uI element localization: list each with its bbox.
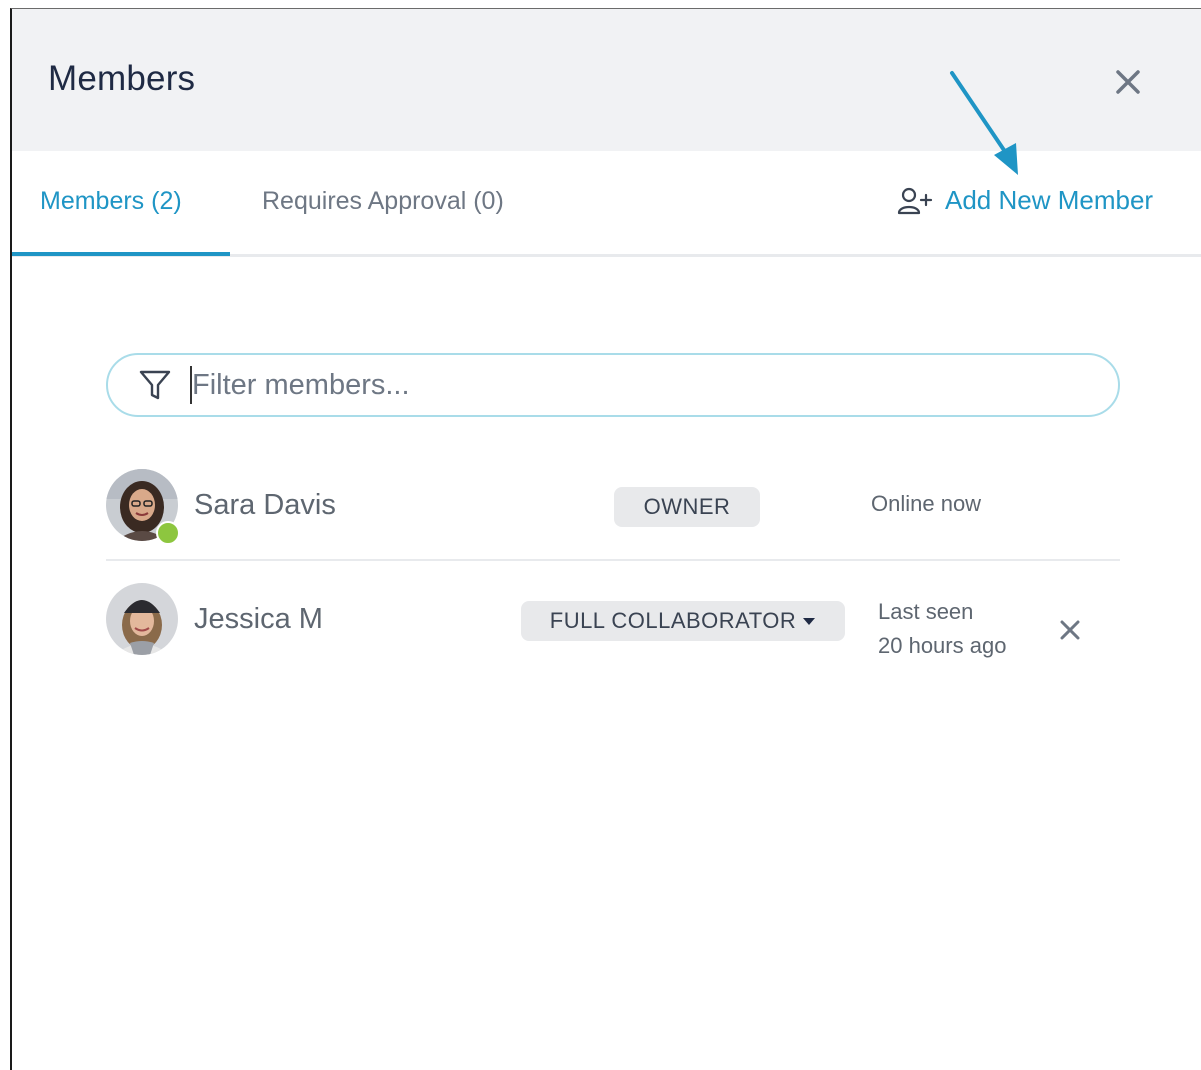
filter-members-input[interactable]: [190, 366, 1074, 404]
role-dropdown-label: FULL COLLABORATOR: [549, 608, 797, 633]
close-icon: [1060, 620, 1080, 640]
add-user-icon: [897, 187, 933, 214]
member-name: Jessica M: [194, 603, 323, 635]
member-name: Sara Davis: [194, 489, 336, 521]
tab-members[interactable]: Members (2): [40, 187, 182, 216]
member-row: Sara Davis OWNER Online now: [106, 467, 1120, 561]
members-dialog: Members Members (2) Requires Approval (0…: [10, 8, 1201, 1070]
member-status-line2: 20 hours ago: [878, 633, 1007, 658]
role-dropdown[interactable]: FULL COLLABORATOR: [521, 601, 845, 641]
close-button[interactable]: [1110, 64, 1146, 100]
filter-icon: [138, 368, 172, 402]
add-new-member-label: Add New Member: [945, 185, 1154, 215]
member-status: Online now: [871, 491, 982, 516]
member-row: Jessica M FULL COLLABORATOR Last seen 20…: [106, 581, 1120, 673]
filter-members-field: [106, 353, 1120, 417]
member-status: Last seen 20 hours ago: [878, 595, 1006, 663]
tab-requires-approval[interactable]: Requires Approval (0): [262, 187, 504, 216]
role-badge: OWNER: [614, 487, 760, 527]
close-icon: [1116, 70, 1140, 94]
remove-member-button[interactable]: [1056, 616, 1084, 644]
annotation-arrow-icon: [950, 71, 1018, 175]
caret-down-icon: [803, 618, 816, 625]
dialog-title: Members: [48, 59, 196, 98]
avatar: [106, 469, 180, 545]
online-status-dot: [156, 521, 180, 545]
add-new-member-button[interactable]: Add New Member: [897, 185, 1153, 216]
active-tab-indicator: [12, 252, 230, 256]
avatar: [106, 583, 178, 655]
member-status-line1: Last seen: [878, 599, 974, 624]
